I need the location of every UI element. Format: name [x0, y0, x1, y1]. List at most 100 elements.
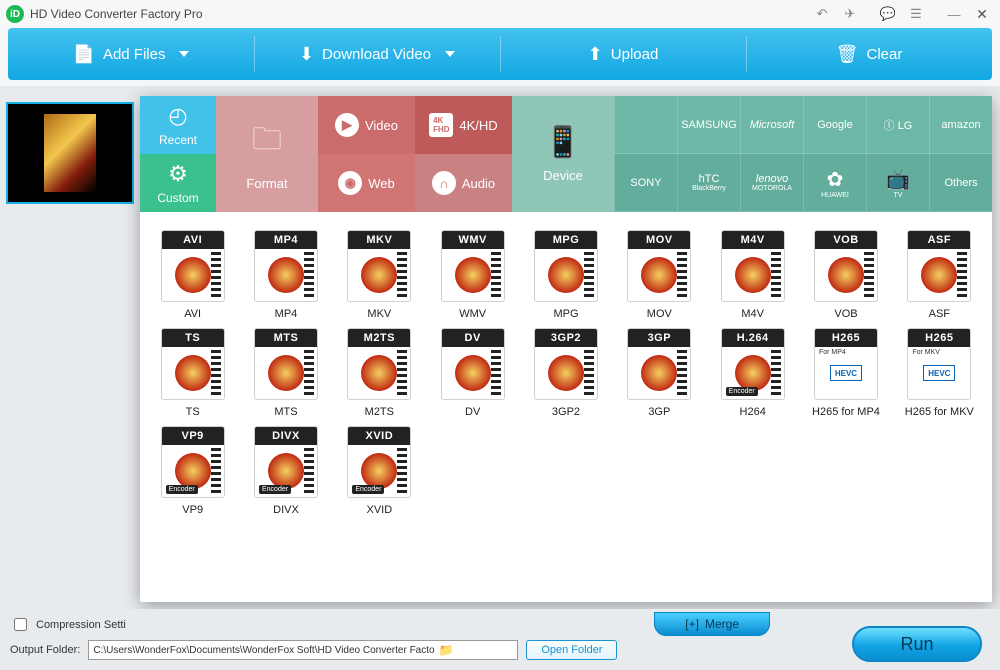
format-art: Encoder	[348, 445, 410, 497]
format-label: 3GP	[648, 406, 670, 418]
upload-icon: ⬆	[588, 44, 603, 65]
folder-icon: 🗀	[252, 117, 282, 168]
format-3gp[interactable]: 3GP3GP	[617, 328, 702, 418]
format-tag: WMV	[442, 231, 504, 249]
output-path-field[interactable]: C:\Users\WonderFox\Documents\WonderFox S…	[88, 640, 518, 660]
compression-checkbox[interactable]	[14, 618, 27, 631]
add-files-label: Add Files	[103, 46, 166, 63]
brand-lg[interactable]: ⓛ LG	[866, 96, 929, 154]
clock-icon: ◴	[168, 103, 187, 129]
format-h265-for-mp4[interactable]: H265HEVCFor MP4H265 for MP4	[803, 328, 888, 418]
format-art: HEVCFor MKV	[908, 347, 970, 399]
brand-huawei[interactable]: ✿HUAWEI	[803, 154, 866, 212]
open-folder-button[interactable]: Open Folder	[526, 640, 617, 660]
format-tag: DIVX	[255, 427, 317, 445]
format-tag: H.264	[722, 329, 784, 347]
run-button[interactable]: Run	[852, 626, 982, 662]
brand-google[interactable]: Google	[803, 96, 866, 154]
format-label: MOV	[647, 308, 672, 320]
format-label: Format	[246, 176, 287, 191]
format-tag: VP9	[162, 427, 224, 445]
pin-icon[interactable]: ✈	[838, 4, 862, 24]
format-mp4[interactable]: MP4MP4	[243, 230, 328, 320]
brand-apple[interactable]	[614, 96, 677, 154]
feedback-icon[interactable]: 💬	[876, 4, 900, 24]
app-title: HD Video Converter Factory Pro	[30, 7, 203, 21]
format-icon: MTS	[254, 328, 318, 400]
tab-audio[interactable]: ∩Audio	[415, 154, 512, 212]
close-button[interactable]: ✕	[970, 4, 994, 24]
add-files-button[interactable]: 📄 Add Files	[8, 28, 254, 80]
tab-format[interactable]: 🗀 Format	[216, 96, 318, 212]
format-mts[interactable]: MTSMTS	[243, 328, 328, 418]
merge-label: Merge	[705, 617, 739, 631]
format-label: H265 for MP4	[812, 406, 880, 418]
format-art	[442, 347, 504, 399]
format-art	[348, 347, 410, 399]
format-h265-for-mkv[interactable]: H265HEVCFor MKVH265 for MKV	[897, 328, 982, 418]
output-path-text: C:\Users\WonderFox\Documents\WonderFox S…	[93, 645, 434, 656]
brand-amazon[interactable]: amazon	[929, 96, 992, 154]
brand-htc[interactable]: hTCBlackBerry	[677, 154, 740, 212]
tab-recent[interactable]: ◴ Recent	[140, 96, 216, 154]
tab-web[interactable]: ◉Web	[318, 154, 415, 212]
format-tag: MKV	[348, 231, 410, 249]
format-selector-panel: ◴ Recent ⚙ Custom 🗀 Format ▶Video 4KFHD4…	[140, 96, 992, 602]
tab-video[interactable]: ▶Video	[318, 96, 415, 154]
format-icon: MKV	[347, 230, 411, 302]
queue-thumbnail[interactable]	[6, 102, 134, 204]
format-art: Encoder	[722, 347, 784, 399]
format-label: XVID	[366, 504, 392, 516]
brand-lenovo[interactable]: lenovoMOTOROLA	[740, 154, 803, 212]
brand-others[interactable]: Others	[929, 154, 992, 212]
format-dv[interactable]: DVDV	[430, 328, 515, 418]
format-vp9[interactable]: VP9EncoderVP9	[150, 426, 235, 516]
menu-icon[interactable]: ☰	[904, 4, 928, 24]
format-m2ts[interactable]: M2TSM2TS	[337, 328, 422, 418]
clear-button[interactable]: 🗑 Clear	[746, 28, 992, 80]
format-m4v[interactable]: M4VM4V	[710, 230, 795, 320]
undo-icon[interactable]: ↶	[810, 4, 834, 24]
minimize-button[interactable]: —	[942, 4, 966, 24]
format-vob[interactable]: VOBVOB	[803, 230, 888, 320]
format-tag: MTS	[255, 329, 317, 347]
format-art	[535, 347, 597, 399]
format-tag: MPG	[535, 231, 597, 249]
download-video-button[interactable]: ⬇ Download Video	[254, 28, 500, 80]
format-divx[interactable]: DIVXEncoderDIVX	[243, 426, 328, 516]
merge-button[interactable]: [+] Merge	[654, 612, 770, 636]
brand-samsung[interactable]: SAMSUNG	[677, 96, 740, 154]
format-label: MKV	[367, 308, 391, 320]
format-wmv[interactable]: WMVWMV	[430, 230, 515, 320]
format-art	[908, 249, 970, 301]
format-tag: M4V	[722, 231, 784, 249]
format-icon: MP4	[254, 230, 318, 302]
format-mkv[interactable]: MKV MKV	[337, 230, 422, 320]
folder-browse-icon[interactable]: 📁	[439, 643, 454, 657]
format-tag: MP4	[255, 231, 317, 249]
upload-button[interactable]: ⬆ Upload	[500, 28, 746, 80]
hd-label: 4K/HD	[459, 118, 497, 133]
format-art	[442, 249, 504, 301]
brand-microsoft[interactable]: Microsoft	[740, 96, 803, 154]
format-3gp2[interactable]: 3GP23GP2	[523, 328, 608, 418]
format-tag: H265	[815, 329, 877, 347]
tab-device[interactable]: 📱 Device	[512, 96, 614, 212]
tab-custom[interactable]: ⚙ Custom	[140, 154, 216, 212]
format-mpg[interactable]: MPGMPG	[523, 230, 608, 320]
format-art	[535, 249, 597, 301]
tab-4k-hd[interactable]: 4KFHD4K/HD	[415, 96, 512, 154]
format-icon: 3GP2	[534, 328, 598, 400]
format-grid: AVIAVIMP4MP4MKVMKVWMVWMVMPGMPGMOVMOVM4VM…	[150, 230, 982, 516]
format-xvid[interactable]: XVIDEncoderXVID	[337, 426, 422, 516]
format-ts[interactable]: TSTS	[150, 328, 235, 418]
format-mov[interactable]: MOVMOV	[617, 230, 702, 320]
format-art	[255, 347, 317, 399]
brand-tv[interactable]: 📺TV	[866, 154, 929, 212]
compression-label: Compression Setti	[36, 619, 126, 631]
format-avi[interactable]: AVIAVI	[150, 230, 235, 320]
format-asf[interactable]: ASFASF	[897, 230, 982, 320]
trash-icon: 🗑	[836, 44, 859, 65]
format-h264[interactable]: H.264EncoderH264	[710, 328, 795, 418]
brand-sony[interactable]: SONY	[614, 154, 677, 212]
